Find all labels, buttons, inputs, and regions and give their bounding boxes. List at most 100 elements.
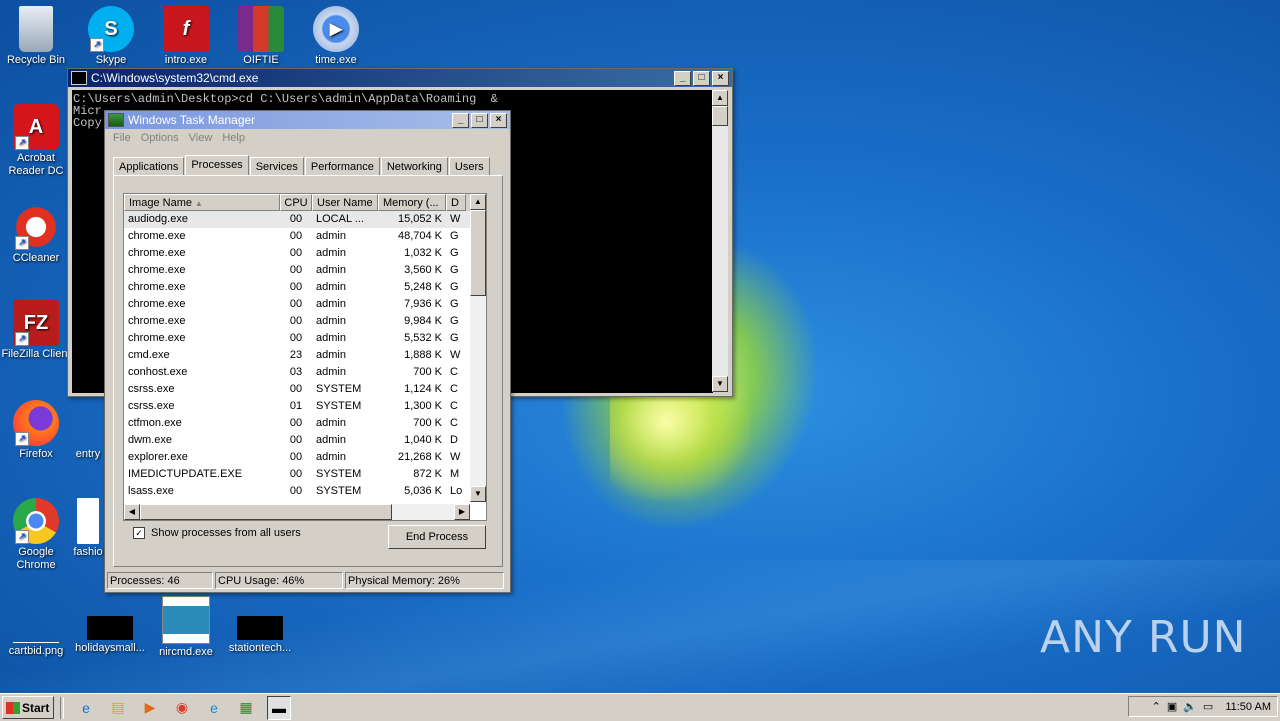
cell-image-name: chrome.exe <box>128 230 186 242</box>
table-row[interactable]: chrome.exe 00 admin 9,984 K G <box>124 313 486 330</box>
table-row[interactable]: chrome.exe 00 admin 48,704 K G <box>124 228 486 245</box>
task-manager-taskbar-icon[interactable]: ▦ <box>235 697 257 719</box>
tab-applications[interactable]: Applications <box>113 157 185 175</box>
task-manager-window[interactable]: Windows Task Manager _ □ × File Options … <box>104 110 511 593</box>
file-explorer-icon[interactable]: ▤ <box>107 697 129 719</box>
scroll-right-arrow-icon[interactable]: ▶ <box>454 504 470 520</box>
volume-icon[interactable]: 🔈 <box>1183 700 1197 713</box>
table-row[interactable]: ctfmon.exe 00 admin 700 K C <box>124 415 486 432</box>
tab-users[interactable]: Users <box>448 157 490 175</box>
scroll-thumb[interactable] <box>712 106 728 126</box>
show-all-users-option[interactable]: ✓ Show processes from all users <box>133 527 301 539</box>
maximize-button[interactable]: □ <box>693 70 710 86</box>
desktop-icon-ccleaner[interactable]: ↗ CCleaner <box>0 204 72 265</box>
column-header-description[interactable]: D <box>446 194 466 211</box>
desktop-icon-nircmd[interactable]: nircmd.exe <box>150 596 222 659</box>
desktop-icon-stationtech[interactable]: stationtech... <box>224 596 296 655</box>
maximize-button[interactable]: □ <box>471 112 488 128</box>
show-all-users-checkbox[interactable]: ✓ <box>133 527 145 539</box>
table-row[interactable]: chrome.exe 00 admin 5,248 K G <box>124 279 486 296</box>
table-row[interactable]: cmd.exe 23 admin 1,888 K W <box>124 347 486 364</box>
tray-expand-icon[interactable]: ⌃ <box>1152 700 1161 713</box>
tab-services[interactable]: Services <box>249 157 304 175</box>
close-button[interactable]: × <box>712 70 729 86</box>
menu-help[interactable]: Help <box>222 132 245 144</box>
desktop-icon-filezilla[interactable]: FZ ↗ FileZilla Client <box>0 300 72 361</box>
cmd-taskbar-icon[interactable]: ▬ <box>267 695 291 720</box>
table-row[interactable]: conhost.exe 03 admin 700 K C <box>124 364 486 381</box>
desktop-icon-recycle-bin[interactable]: Recycle Bin <box>0 6 72 67</box>
table-row[interactable]: chrome.exe 00 admin 3,560 K G <box>124 262 486 279</box>
table-row[interactable]: explorer.exe 00 admin 21,268 K W <box>124 449 486 466</box>
desktop-icon-holidaysmall[interactable]: holidaysmall... <box>74 596 146 655</box>
table-row[interactable]: audiodg.exe 00 LOCAL ... 15,052 K W <box>124 211 486 228</box>
cmd-titlebar[interactable]: C:\Windows\system32\cmd.exe _ □ × <box>68 69 732 87</box>
tab-processes[interactable]: Processes <box>185 155 249 175</box>
input-icon[interactable]: ▭ <box>1203 700 1213 713</box>
cell-image-name: conhost.exe <box>128 366 188 378</box>
cell-cpu: 00 <box>289 264 303 276</box>
cell-cpu: 00 <box>289 298 303 310</box>
filezilla-icon: FZ ↗ <box>13 300 59 346</box>
clock[interactable]: 11:50 AM <box>1225 701 1271 713</box>
close-button[interactable]: × <box>490 112 507 128</box>
column-header-cpu[interactable]: CPU <box>280 194 312 211</box>
cell-description: Lo <box>450 485 463 497</box>
menu-view[interactable]: View <box>189 132 213 144</box>
scroll-down-arrow-icon[interactable]: ▼ <box>470 486 486 502</box>
process-list-horizontal-scrollbar[interactable]: ◀ ▶ <box>124 504 470 520</box>
desktop-icon-cartbid[interactable]: cartbid.png <box>0 596 72 658</box>
scroll-down-arrow-icon[interactable]: ▼ <box>712 376 728 392</box>
cell-cpu: 00 <box>289 230 303 242</box>
table-row[interactable]: chrome.exe 00 admin 1,032 K G <box>124 245 486 262</box>
start-button[interactable]: Start <box>2 696 54 719</box>
internet-explorer-icon[interactable]: e <box>75 697 97 719</box>
console-vertical-scrollbar[interactable]: ▲ ▼ <box>712 90 728 392</box>
word-doc-icon <box>77 498 99 544</box>
table-row[interactable]: csrss.exe 01 SYSTEM 1,300 K C <box>124 398 486 415</box>
cell-image-name: chrome.exe <box>128 247 186 259</box>
network-icon[interactable]: ▣ <box>1167 700 1177 713</box>
minimize-button[interactable]: _ <box>674 70 691 86</box>
table-row[interactable]: chrome.exe 00 admin 5,532 K G <box>124 330 486 347</box>
cell-cpu: 01 <box>289 400 303 412</box>
column-header-memory[interactable]: Memory (... <box>378 194 446 211</box>
cell-memory: 5,036 K <box>404 485 442 497</box>
desktop-icon-intro-exe[interactable]: f intro.exe <box>150 6 222 67</box>
column-header-user-name[interactable]: User Name <box>312 194 378 211</box>
table-row[interactable]: IMEDICTUPDATE.EXE 00 SYSTEM 872 K M <box>124 466 486 483</box>
scroll-left-arrow-icon[interactable]: ◀ <box>124 504 140 520</box>
image-file-icon <box>13 596 59 643</box>
menu-file[interactable]: File <box>113 132 131 144</box>
table-row[interactable]: csrss.exe 00 SYSTEM 1,124 K C <box>124 381 486 398</box>
scroll-thumb[interactable] <box>140 504 392 520</box>
scroll-thumb[interactable] <box>470 210 486 296</box>
tab-networking[interactable]: Networking <box>380 157 448 175</box>
desktop-icon-skype[interactable]: S ↗ Skype <box>75 6 147 67</box>
desktop-icon-oiftie[interactable]: OIFTIE <box>225 6 297 67</box>
column-header-image-name[interactable]: Image Name ▲ <box>124 194 280 211</box>
table-row[interactable]: dwm.exe 00 admin 1,040 K D <box>124 432 486 449</box>
process-list[interactable]: Image Name ▲ CPU User Name Memory (... D… <box>123 193 487 521</box>
edge-icon[interactable]: e <box>203 697 225 719</box>
chrome-icon[interactable]: ◉ <box>171 697 193 719</box>
media-player-icon[interactable]: ▶ <box>139 697 161 719</box>
table-row[interactable]: chrome.exe 00 admin 7,936 K G <box>124 296 486 313</box>
scroll-up-arrow-icon[interactable]: ▲ <box>712 90 728 106</box>
cell-image-name: chrome.exe <box>128 332 186 344</box>
end-process-button[interactable]: End Process <box>388 525 486 549</box>
table-row[interactable]: lsass.exe 00 SYSTEM 5,036 K Lo <box>124 483 486 500</box>
desktop-icon-time-exe[interactable]: ▶ time.exe <box>300 6 372 67</box>
cell-description: G <box>450 281 459 293</box>
cell-image-name: chrome.exe <box>128 298 186 310</box>
task-manager-titlebar[interactable]: Windows Task Manager _ □ × <box>105 111 510 129</box>
cell-user-name: admin <box>316 298 346 310</box>
tab-performance[interactable]: Performance <box>304 157 380 175</box>
menu-options[interactable]: Options <box>141 132 179 144</box>
minimize-button[interactable]: _ <box>452 112 469 128</box>
window-title: C:\Windows\system32\cmd.exe <box>91 71 259 85</box>
process-list-vertical-scrollbar[interactable]: ▲ ▼ <box>470 194 486 502</box>
cell-memory: 1,032 K <box>404 247 442 259</box>
desktop-icon-acrobat[interactable]: A ↗ Acrobat Reader DC <box>0 104 72 178</box>
scroll-up-arrow-icon[interactable]: ▲ <box>470 194 486 210</box>
